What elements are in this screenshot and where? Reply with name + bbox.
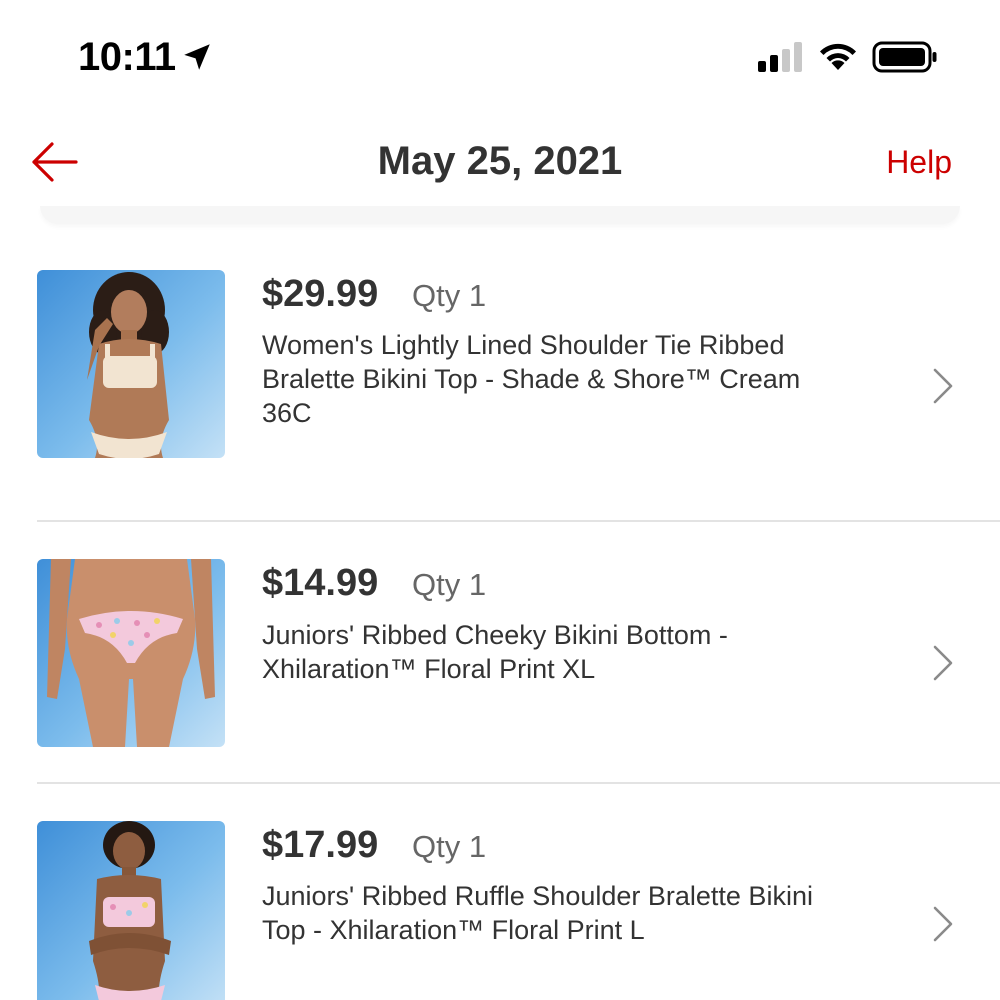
product-image-cream-bikini[interactable] [37,270,225,458]
nav-header: May 25, 2021 Help [0,120,1000,204]
wifi-icon [820,43,856,70]
chevron-right-icon[interactable] [930,904,956,944]
item-title-line: Bralette Bikini Top - Shade & Shore™ Cre… [262,364,801,394]
item-title-line: 36C [262,398,312,428]
divider [37,782,1000,784]
item-title: Juniors' Ribbed Ruffle Shoulder Bralette… [262,879,892,947]
location-arrow-icon [184,44,210,70]
item-title-line: Top - Xhilaration™ Floral Print L [262,915,645,945]
status-bar: 10:11 [0,0,1000,100]
item-title: Juniors' Ribbed Cheeky Bikini Bottom - X… [262,618,892,686]
item-title: Women's Lightly Lined Shoulder Tie Ribbe… [262,328,892,430]
product-image-floral-bikini-bottom[interactable] [37,559,225,747]
cellular-signal-icon [758,42,802,72]
order-item-2[interactable]: $14.99 Qty 1 Juniors' Ribbed Cheeky Biki… [0,540,1000,782]
divider [37,520,1000,522]
help-link[interactable]: Help [886,142,952,182]
item-quantity: Qty 1 [412,278,487,313]
status-time: 10:11 [78,35,176,79]
item-title-line: Juniors' Ribbed Ruffle Shoulder Bralette… [262,881,813,911]
item-price: $29.99 [262,273,379,315]
item-price: $14.99 [262,562,379,604]
item-price: $17.99 [262,824,379,866]
product-image-floral-bikini-top[interactable] [37,821,225,1000]
order-item-1[interactable]: $29.99 Qty 1 Women's Lightly Lined Shoul… [0,250,1000,520]
page-title: May 25, 2021 [377,139,623,183]
item-quantity: Qty 1 [412,567,487,602]
item-title-line: Juniors' Ribbed Cheeky Bikini Bottom - [262,620,728,650]
order-item-3[interactable]: $17.99 Qty 1 Juniors' Ribbed Ruffle Shou… [0,802,1000,1000]
order-summary-card-edge [40,206,960,224]
chevron-right-icon[interactable] [930,366,956,406]
order-details-screen: 10:11 May 25, 2021 Help $29.99 Qty 1 Wom… [0,0,1000,1000]
item-quantity: Qty 1 [412,829,487,864]
chevron-right-icon[interactable] [930,643,956,683]
item-title-line: Xhilaration™ Floral Print XL [262,654,596,684]
battery-icon [872,41,937,73]
item-title-line: Women's Lightly Lined Shoulder Tie Ribbe… [262,330,785,360]
